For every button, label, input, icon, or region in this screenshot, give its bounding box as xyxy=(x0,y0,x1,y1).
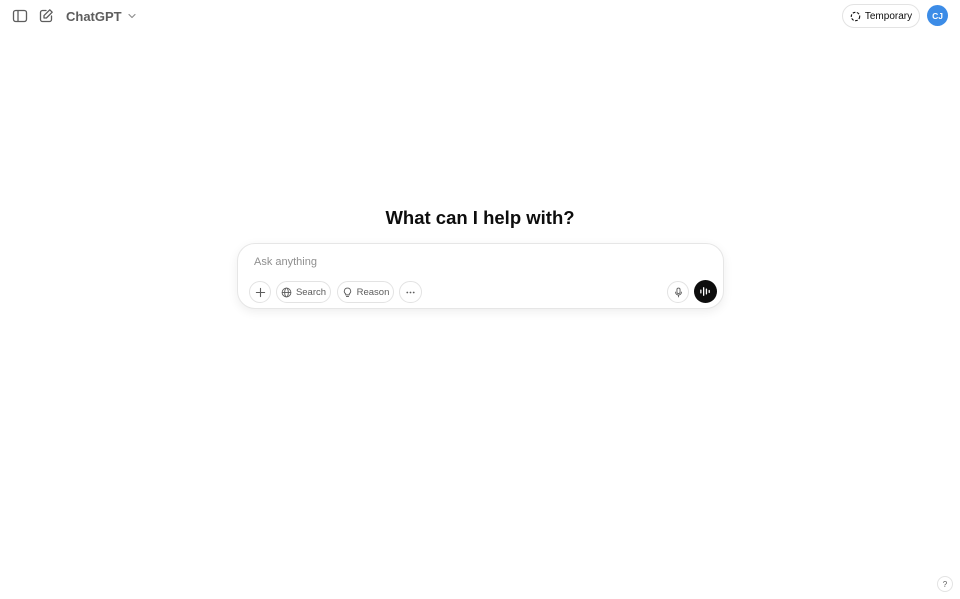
microphone-icon xyxy=(674,287,682,297)
search-button[interactable]: Search xyxy=(276,281,331,303)
voice-mode-button[interactable] xyxy=(694,280,717,303)
more-tools-button[interactable] xyxy=(399,281,422,303)
sidebar-toggle-button[interactable] xyxy=(9,5,31,27)
dictate-button[interactable] xyxy=(667,281,689,303)
top-bar: ChatGPT Temporary CJ xyxy=(0,0,960,32)
sidebar-toggle-icon xyxy=(12,9,28,23)
avatar[interactable]: CJ xyxy=(927,5,948,26)
globe-icon xyxy=(281,287,292,297)
reason-button[interactable]: Reason xyxy=(337,281,394,303)
page-title: What can I help with? xyxy=(385,207,575,228)
plus-icon xyxy=(255,287,265,297)
chevron-down-icon xyxy=(128,13,136,19)
temporary-label: Temporary xyxy=(864,10,913,22)
model-name: ChatGPT xyxy=(66,8,122,24)
prompt-input[interactable] xyxy=(254,253,694,271)
edit-icon xyxy=(39,9,53,23)
reason-label: Reason xyxy=(356,286,390,298)
help-button[interactable]: ? xyxy=(937,576,953,592)
model-selector[interactable]: ChatGPT xyxy=(64,6,139,26)
ellipsis-icon xyxy=(406,291,415,293)
dashed-circle-icon xyxy=(850,11,861,21)
temporary-chat-button[interactable]: Temporary xyxy=(842,4,920,28)
prompt-composer: Search Reason xyxy=(237,243,724,309)
search-label: Search xyxy=(295,286,327,298)
lightbulb-icon xyxy=(343,287,351,297)
new-chat-button[interactable] xyxy=(35,5,57,27)
voice-wave-icon xyxy=(700,287,710,296)
attach-button[interactable] xyxy=(249,281,271,303)
